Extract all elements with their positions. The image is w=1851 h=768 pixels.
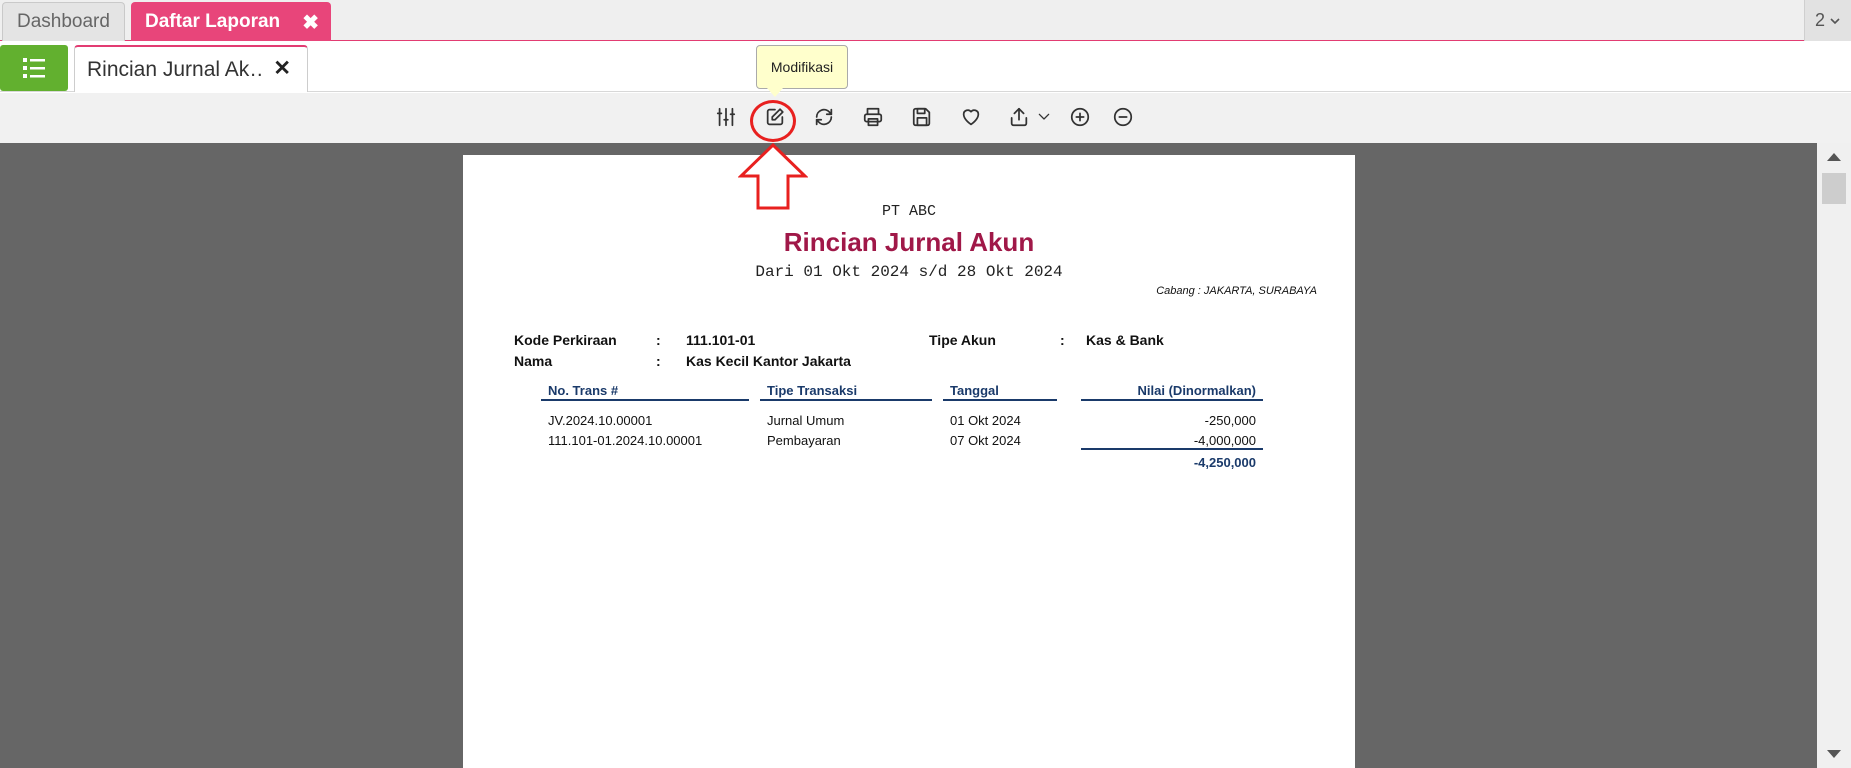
table-cell-date: 01 Okt 2024 [950, 413, 1021, 428]
export-button[interactable] [1006, 104, 1032, 130]
table-cell-value: -4,000,000 [1193, 433, 1256, 448]
account-code-label: Kode Perkiraan [514, 332, 617, 348]
column-header-value: Nilai (Dinormalkan) [1081, 383, 1263, 401]
table-cell-trans-no: JV.2024.10.00001 [548, 413, 653, 428]
table-cell-value: -250,000 [1204, 413, 1256, 428]
export-icon [1010, 107, 1028, 127]
name-value: Kas Kecil Kantor Jakarta [686, 353, 851, 369]
tab-dashboard[interactable]: Dashboard [2, 2, 125, 41]
separator: : [656, 332, 661, 348]
zoom-out-icon [1113, 107, 1133, 127]
table-cell-date: 07 Okt 2024 [950, 433, 1021, 448]
print-button[interactable] [860, 104, 886, 130]
report-page: PT ABC Rincian Jurnal Akun Dari 01 Okt 2… [463, 155, 1355, 768]
separator: : [1060, 332, 1065, 348]
report-period: Dari 01 Okt 2024 s/d 28 Okt 2024 [755, 263, 1063, 281]
report-toolbar [0, 93, 1851, 143]
settings-button[interactable] [713, 104, 739, 130]
chevron-down-icon [1038, 113, 1050, 120]
tooltip: Modifikasi [756, 45, 848, 97]
close-icon[interactable]: ✖ [302, 10, 319, 35]
favorite-icon [962, 109, 980, 126]
table-cell-trans-no: 111.101-01.2024.10.00001 [548, 433, 703, 448]
menu-button[interactable] [0, 45, 68, 91]
column-header-trans-no: No. Trans # [541, 383, 749, 401]
vertical-scrollbar[interactable] [1817, 143, 1851, 768]
refresh-icon [815, 108, 833, 126]
report-title: Rincian Jurnal Akun [783, 227, 1035, 257]
scroll-down-icon[interactable] [1827, 750, 1841, 758]
report-branch: Cabang : JAKARTA, SURABAYA [1156, 285, 1317, 297]
report-company: PT ABC [881, 203, 936, 220]
list-icon [23, 58, 45, 78]
zoom-in-icon [1070, 107, 1090, 127]
name-label: Nama [514, 353, 553, 369]
save-icon [912, 107, 931, 127]
account-code-value: 111.101-01 [686, 332, 756, 348]
report-viewer[interactable]: PT ABC Rincian Jurnal Akun Dari 01 Okt 2… [0, 143, 1851, 768]
close-icon[interactable]: ✕ [273, 56, 291, 81]
top-tab-bar: Dashboard Daftar Laporan ✖ 2 [0, 0, 1851, 41]
tab-dashboard-label: Dashboard [17, 11, 110, 32]
column-header-date: Tanggal [943, 383, 1057, 401]
column-header-type: Tipe Transaksi [760, 383, 932, 401]
zoom-out-button[interactable] [1110, 104, 1136, 130]
tab-counter-dropdown[interactable]: 2 [1804, 0, 1851, 41]
tab-counter-value: 2 [1814, 10, 1825, 30]
zoom-in-button[interactable] [1067, 104, 1093, 130]
save-button[interactable] [909, 104, 935, 130]
separator: : [656, 353, 661, 369]
export-dropdown-button[interactable] [1032, 104, 1056, 130]
chevron-down-icon [1830, 17, 1840, 24]
favorite-button[interactable] [958, 104, 984, 130]
total-value: -4,250,000 [1193, 455, 1256, 470]
print-icon [863, 107, 883, 127]
tab-daftar-laporan[interactable]: Daftar Laporan ✖ [131, 2, 331, 41]
tab-rincian-jurnal-akun[interactable]: Rincian Jurnal Ak… ✕ [74, 45, 308, 92]
annotation-arrow-icon [738, 142, 808, 210]
tab-daftar-laporan-label: Daftar Laporan [145, 10, 281, 32]
table-cell-type: Pembayaran [767, 433, 841, 448]
sliders-icon [716, 107, 736, 127]
scrollbar-thumb[interactable] [1822, 173, 1846, 204]
table-cell-type: Jurnal Umum [767, 413, 845, 428]
document-tab-bar: Rincian Jurnal Ak… ✕ [0, 42, 1851, 92]
refresh-button[interactable] [811, 104, 837, 130]
account-type-value: Kas & Bank [1086, 332, 1164, 348]
scroll-up-icon[interactable] [1827, 153, 1841, 161]
highlight-circle [750, 100, 796, 142]
total-divider [1081, 448, 1263, 450]
document-tab-label: Rincian Jurnal Ak… [87, 57, 262, 81]
account-type-label: Tipe Akun [929, 332, 996, 348]
